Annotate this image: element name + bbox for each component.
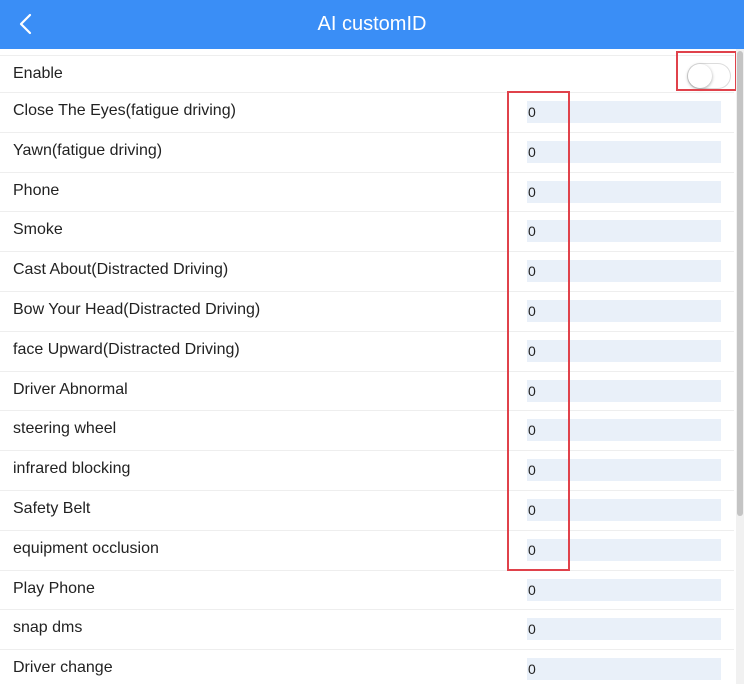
toggle-knob — [688, 64, 712, 88]
row-label: infrared blocking — [13, 460, 131, 478]
enable-label: Enable — [13, 65, 63, 82]
param-row-driver-abnormal: Driver Abnormal — [0, 372, 734, 412]
row-label: equipment occlusion — [13, 539, 159, 557]
value-input-cast-about[interactable] — [527, 260, 721, 283]
row-label: Driver Abnormal — [13, 380, 128, 398]
param-row-smoke: Smoke — [0, 212, 734, 253]
row-label: Driver change — [13, 659, 113, 677]
value-input-driver-change[interactable] — [527, 658, 721, 681]
parameter-rows: Close The Eyes(fatigue driving) Yawn(fat… — [0, 93, 734, 684]
value-input-close-the-eyes[interactable] — [527, 101, 721, 123]
param-row-bow-your-head: Bow Your Head(Distracted Driving) — [0, 292, 734, 332]
value-input-phone[interactable] — [527, 180, 721, 203]
value-input-equipment-occlusion[interactable] — [527, 538, 721, 561]
value-input-face-upward[interactable] — [527, 339, 721, 362]
value-input-steering-wheel[interactable] — [527, 419, 721, 442]
param-row-play-phone: Play Phone — [0, 571, 734, 611]
value-input-bow-your-head[interactable] — [527, 299, 721, 322]
enable-toggle[interactable] — [687, 63, 731, 89]
param-row-face-upward: face Upward(Distracted Driving) — [0, 332, 734, 372]
vertical-scrollbar[interactable] — [736, 49, 744, 684]
param-row-equipment-occlusion: equipment occlusion — [0, 531, 734, 571]
param-row-close-the-eyes: Close The Eyes(fatigue driving) — [0, 93, 734, 133]
page-title: AI customID — [317, 13, 427, 35]
settings-list: Enable Close The Eyes(fatigue driving) Y… — [0, 49, 734, 684]
row-label: Play Phone — [13, 579, 95, 597]
param-row-driver-change: Driver change — [0, 650, 734, 684]
row-label: Cast About(Distracted Driving) — [13, 261, 229, 279]
row-label: Safety Belt — [13, 499, 91, 517]
row-label: Smoke — [13, 221, 63, 239]
value-input-play-phone[interactable] — [527, 578, 721, 601]
param-row-cast-about: Cast About(Distracted Driving) — [0, 252, 734, 292]
row-label: steering wheel — [13, 420, 117, 438]
param-row-yawn: Yawn(fatigue driving) — [0, 133, 734, 173]
row-label: snap dms — [13, 619, 83, 637]
ai-customid-page: AI customID Enable Close The Eyes(fatigu… — [0, 0, 744, 684]
row-label: Close The Eyes(fatigue driving) — [13, 102, 236, 119]
row-label: Phone — [13, 181, 60, 199]
scrollbar-thumb[interactable] — [737, 51, 743, 516]
value-input-driver-abnormal[interactable] — [527, 379, 721, 402]
enable-row: Enable — [0, 55, 734, 93]
value-input-infrared-blocking[interactable] — [527, 459, 721, 482]
param-row-infrared-blocking: infrared blocking — [0, 451, 734, 491]
param-row-snap-dms: snap dms — [0, 610, 734, 651]
param-row-steering-wheel: steering wheel — [0, 411, 734, 452]
param-row-safety-belt: Safety Belt — [0, 491, 734, 531]
value-input-yawn[interactable] — [527, 140, 721, 163]
top-bar: AI customID — [0, 0, 744, 49]
value-input-snap-dms[interactable] — [527, 618, 721, 641]
value-input-smoke[interactable] — [527, 220, 721, 243]
row-label: Yawn(fatigue driving) — [13, 141, 163, 159]
row-label: Bow Your Head(Distracted Driving) — [13, 300, 261, 318]
param-row-phone: Phone — [0, 173, 734, 213]
row-label: face Upward(Distracted Driving) — [13, 340, 240, 358]
value-input-safety-belt[interactable] — [527, 498, 721, 521]
